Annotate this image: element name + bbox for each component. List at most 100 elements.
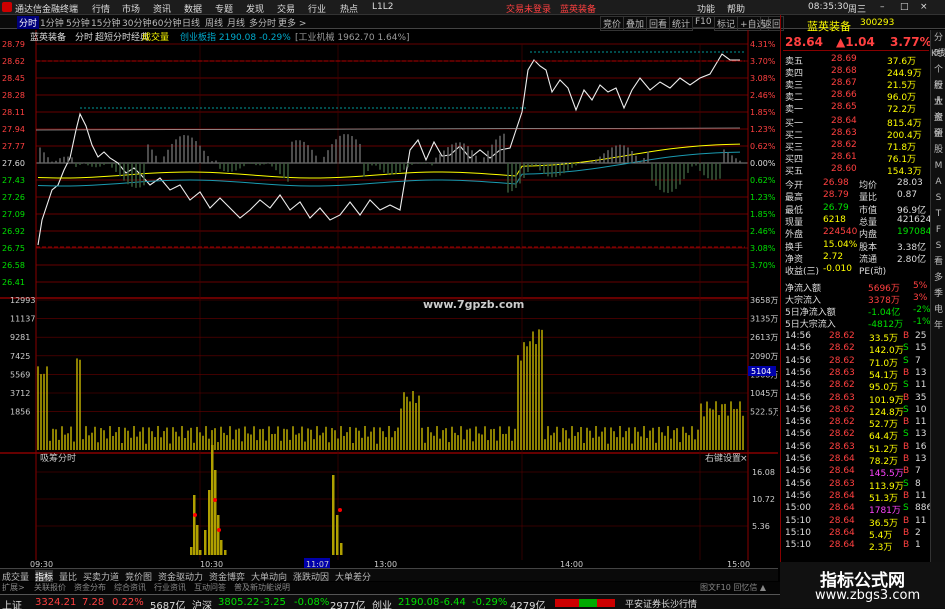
sidebar-item[interactable]: 季 [931,286,945,302]
sidebar-item[interactable]: 研 [931,126,945,142]
tab-monthly[interactable]: 月线 [227,16,245,29]
tick-side: S [903,429,909,440]
tab-multi-fenshi[interactable]: 多分时 [249,16,276,29]
tick-side: B [903,540,910,551]
info-tab[interactable]: 行业资讯 [154,582,186,593]
info-tab[interactable]: 资金分布 [74,582,106,593]
close-button[interactable]: × [920,2,928,12]
menu-news[interactable]: 资讯 [153,2,171,15]
sidebar-item[interactable]: S [931,238,945,254]
flow-pct: 3% [913,293,928,303]
maximize-button[interactable]: □ [900,2,909,12]
tab-1min[interactable]: 1分钟 [40,16,64,29]
sidebar-item[interactable]: 多 [931,270,945,286]
chip-close-icon[interactable]: × [740,454,748,464]
menu-hot[interactable]: 热点 [340,2,358,15]
menu-quotes[interactable]: 行情 [92,2,110,15]
tick-price: 28.64 [829,503,855,514]
sidebar-item[interactable]: T [931,206,945,222]
tick-volume: 5.4万 [869,530,893,541]
sidebar-item[interactable]: S [931,190,945,206]
trade-login-status[interactable]: 交易未登录 [506,2,551,15]
tick-time: 14:56 [785,392,811,403]
tab-60min[interactable]: 60分钟 [152,16,181,29]
tab-30min[interactable]: 30分钟 [122,16,151,29]
tab-more[interactable]: 更多 > [278,16,306,29]
tick-side: B [903,527,910,538]
menu-discover[interactable]: 发现 [246,2,264,15]
chart-style-label[interactable]: 超短分时经典 [95,31,149,43]
bid-price: 28.63 [831,128,857,138]
tick-time: 15:10 [785,540,811,551]
tab-fenshi[interactable]: 分时 [17,16,40,29]
sidebar-item[interactable]: 年 [931,318,945,334]
vol-amount-label: 522.5万 [750,408,778,417]
status-cy-label[interactable]: 创业 [372,597,392,609]
time-tick-label: 15:00 [727,560,750,568]
sidebar-item[interactable]: M [931,158,945,174]
chart-grid [0,30,778,560]
chip-bar [214,470,217,555]
menu-trade[interactable]: 交易 [277,2,295,15]
stat-label: 量比 [859,193,878,204]
status-sz-pct: -0.08% [294,597,330,608]
tab-weekly[interactable]: 周线 [205,16,223,29]
menu-topics[interactable]: 专题 [215,2,233,15]
mark-button[interactable]: 标记 [714,16,739,31]
auction-button[interactable]: 竞价 [600,16,625,31]
intraday-chart[interactable]: 28.79 28.62 28.45 28.28 28.11 27.94 27.77 27.60… [0,30,778,568]
chip-panel-title: 吸筹分时 [40,452,76,464]
sidebar-item[interactable]: F [931,222,945,238]
sidebar-item[interactable]: 大盘 [931,94,945,123]
sidebar-item[interactable]: A [931,174,945,190]
price-tick-label: 27.09 [2,210,25,219]
tick-time: 14:56 [785,404,811,415]
tab-15min[interactable]: 15分钟 [91,16,120,29]
sidebar-item[interactable]: 行业 [931,78,945,107]
tab-5min[interactable]: 5分钟 [66,16,90,29]
stats-button[interactable]: 统计 [669,16,694,31]
review-button[interactable]: 回看 [646,16,671,31]
chip-bar [204,530,207,555]
sidebar-item[interactable]: 资金 [931,110,945,139]
overlay-button[interactable]: 叠加 [623,16,648,31]
panel-stock-code: 300293 [860,18,895,28]
menu-data[interactable]: 数据 [184,2,202,15]
status-cy-amount: 4279亿 [510,601,546,609]
sidebar-item[interactable]: 电 [931,302,945,318]
chip-settings[interactable]: 右键设置 [705,452,741,464]
menu-l1l2[interactable]: L1L2 [372,2,393,12]
minimize-button[interactable]: – [880,2,885,12]
f10-button[interactable]: F10 [692,16,715,28]
stat-label: 今开 [785,181,804,191]
menu-market[interactable]: 市场 [122,2,140,15]
status-sh-amount: 5687亿 [150,601,186,609]
info-tab[interactable]: 互动问答 [194,582,226,593]
status-sh-label[interactable]: 上证 [2,597,22,609]
status-sz-change: -3.25 [260,597,286,608]
sidebar-item[interactable]: 个股 [931,62,945,91]
status-sz-label[interactable]: 沪深 [192,597,212,609]
menu-help[interactable]: 帮助 [727,2,745,15]
sidebar-item[interactable]: 分时 [931,30,945,59]
tick-time: 14:56 [785,417,811,428]
menu-industry[interactable]: 行业 [308,2,326,15]
tick-volume: 52.7万 [869,420,899,431]
menu-function[interactable]: 功能 [697,2,715,15]
sidebar-item[interactable]: K线 [931,46,945,62]
chip-bar [336,515,339,555]
f10-link[interactable]: 图文F10 回忆信 ▲ [700,582,766,593]
vol-tick-label: 1856 [10,408,30,417]
tick-count: 1 [915,540,921,551]
sidebar-item[interactable]: 股 [931,142,945,158]
stat-value: 96.9亿 [897,205,927,216]
info-tab[interactable]: 扩展> [2,582,25,593]
info-tab[interactable]: 关联报价 [34,582,66,593]
tab-daily[interactable]: 日线 [182,16,200,29]
ask-volume: 72.2万 [887,105,917,115]
info-tab[interactable]: 综合资讯 [114,582,146,593]
info-tab[interactable]: 普及新功能说明 [234,582,290,593]
sidebar-item[interactable]: 看 [931,254,945,270]
tick-time: 14:56 [785,429,811,440]
stat-label: 流通 [859,254,878,265]
